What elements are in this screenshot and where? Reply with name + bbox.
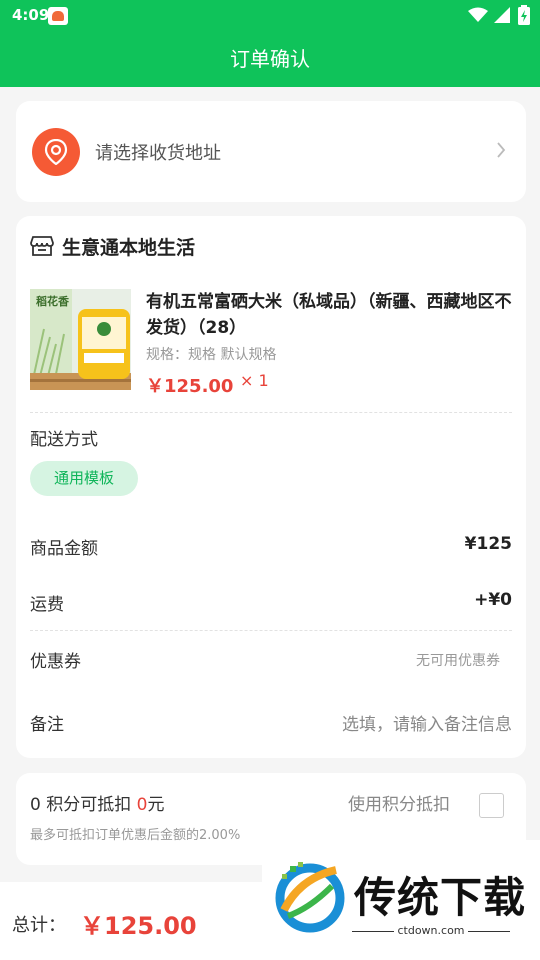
delivery-label: 配送方式 [30,430,98,450]
shipping-value: +¥0 [474,590,512,610]
points-amount: 0 [136,795,148,815]
product-title: 有机五常富硒大米（私域品）（新疆、西藏地区不发货）（28） [146,292,512,338]
watermark: 传统下载 ctdown.com [262,840,540,945]
remark-input[interactable]: 选填，请输入备注信息 [342,710,512,735]
remark-label: 备注 [30,715,64,735]
product-spec: 规格：规格 默认规格 [146,347,277,363]
signal-icon [494,7,510,23]
product-quantity: × 1 [240,371,269,390]
address-selector[interactable]: 请选择收货地址 [16,101,526,202]
points-summary: 0 积分可抵扣 0元 [30,790,164,815]
goods-amount-label: 商品金额 [30,539,98,559]
points-count: 0 [30,795,41,815]
watermark-logo-icon [275,862,345,933]
divider [30,412,512,413]
points-note: 最多可抵扣订单优惠后金额的2.00% [30,828,241,843]
coupon-value[interactable]: 无可用优惠券 [416,650,500,670]
coupon-label: 优惠券 [30,652,81,672]
battery-icon [518,5,530,25]
chevron-right-icon [497,142,506,158]
watermark-subtitle: ctdown.com [352,924,510,937]
use-points-checkbox[interactable] [479,793,504,818]
use-points-label: 使用积分抵扣 [348,795,450,815]
location-pin-icon [32,128,80,176]
shop-name: 生意通本地生活 [62,237,196,259]
points-text: 积分可抵扣 [40,795,137,815]
product-price: ￥125.00 [146,376,234,397]
page-title: 订单确认 [0,32,540,87]
total-value: ￥125.00 [80,912,197,940]
system-icons [468,5,530,25]
delivery-option-chip[interactable]: 通用模板 [30,461,138,496]
total-label: 总计： [12,915,66,936]
store-icon [30,236,54,256]
divider [30,630,512,631]
address-placeholder: 请选择收货地址 [95,143,221,164]
status-time: 4:09 [12,6,50,24]
wifi-icon [468,7,488,22]
goods-amount-value: ¥125 [464,534,512,554]
app-notification-icon [48,7,68,25]
points-unit: 元 [147,795,165,815]
order-card: 生意通本地生活 稻花香 有机五常富硒大米（私域品）（新疆、西藏地区不发货）（28… [16,216,526,758]
product-image-text: 稻花香 [36,294,70,308]
watermark-title: 传统下载 [354,873,527,922]
product-image[interactable]: 稻花香 [30,289,131,390]
shipping-label: 运费 [30,595,64,615]
status-bar: 4:09 [0,0,540,32]
